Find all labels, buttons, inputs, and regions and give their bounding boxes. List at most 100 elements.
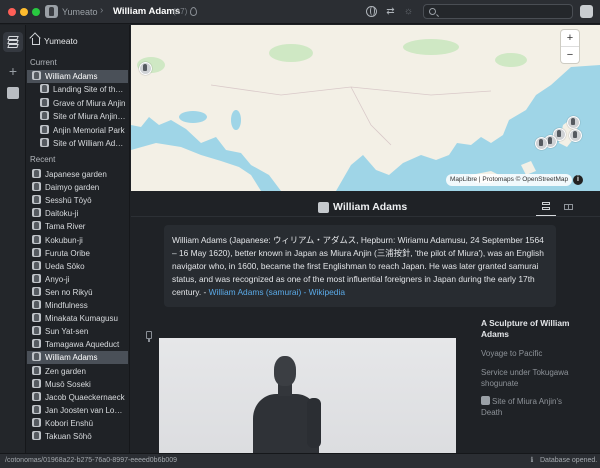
list-view-button[interactable] [536,199,556,215]
item-label: Takuan Sōhō [45,432,92,441]
columns-view-button[interactable] [559,199,579,215]
map-view[interactable] [131,25,600,191]
zoom-out-button[interactable]: − [561,47,579,63]
sidebar-recent-item[interactable]: Jan Joosten van Lode... [27,404,128,417]
avatar-icon [32,352,41,362]
sidebar-home-link[interactable]: Yumeato [32,36,78,46]
map-marker[interactable] [569,129,582,142]
sidebar-current-item[interactable]: Grave of Miura Anjin [27,97,128,110]
item-label: Tamagawa Aqueduct [45,340,120,350]
sidebar-recent-item[interactable]: Musō Soseki [27,378,128,391]
sidebar-recent-item[interactable]: Takuan Sōhō [27,430,128,443]
map-canvas[interactable] [131,25,600,191]
search-box[interactable] [423,4,573,19]
avatar-icon [40,138,49,147]
item-label: Grave of Miura Anjin [53,99,126,108]
avatar-icon [32,286,41,296]
avatar-icon [32,208,41,218]
item-label: Minakata Kumagusu [45,314,118,324]
sidebar-recent-item[interactable]: Sen no Rikyū [27,286,128,299]
toc-item[interactable]: Service under Tokugawa shogunate [481,367,581,389]
title-bar: Yumeato › William Adams (17) ⇄ ☼ [0,0,600,24]
sidebar-recent-item[interactable]: Mindfulness [27,299,128,312]
avatar-icon [32,391,41,401]
pin-icon[interactable] [146,331,152,342]
search-icon [429,8,436,15]
sculpture-photo[interactable] [159,338,456,453]
avatar-icon [32,234,41,244]
map-marker[interactable] [139,62,152,75]
sidebar-recent-item[interactable]: Tama River [27,220,128,233]
app-logo-icon[interactable] [45,5,58,18]
location-pin-icon[interactable] [190,7,197,16]
item-label: Kobori Enshū [45,418,94,428]
sidebar-current-item[interactable]: Site of William Adam... [27,137,128,150]
page-title: William Adams [113,6,181,17]
avatar-icon [40,125,49,134]
sidebar-recent-item[interactable]: Kokubun-ji [27,234,128,247]
wikipedia-link[interactable]: William Adams (samurai) - Wikipedia [209,287,345,297]
app-name[interactable]: Yumeato [62,7,98,17]
avatar-icon [32,71,41,80]
sidebar-recent-item[interactable]: Daimyo garden [27,181,128,194]
sidebar-current-item[interactable]: Anjin Memorial Park [27,124,128,137]
globe-icon[interactable] [366,6,377,17]
map-attribution[interactable]: MapLibre | Protomaps © OpenStreetMap [446,174,573,186]
avatar-icon [32,260,41,270]
toc-item[interactable]: Site of Miura Anjin's Death [481,396,581,418]
avatar-icon [32,326,41,336]
layers-icon[interactable] [3,32,23,52]
item-label: Daitoku-ji [45,209,79,219]
sidebar-recent-item[interactable]: Zen garden [27,365,128,378]
minimize-window-button[interactable] [20,8,28,16]
map-marker[interactable] [535,137,548,150]
sidebar-current-item[interactable]: Landing Site of the L... [27,83,128,96]
sidebar-recent-item[interactable]: Minakata Kumagusu [27,312,128,325]
divider [131,216,600,217]
item-label: Furuta Oribe [45,248,90,258]
item-label: Landing Site of the L... [53,85,128,94]
current-section-title: Current [30,58,57,67]
toc-title[interactable]: A Sculpture of William Adams [481,318,581,340]
item-label: Ueda Sōko [45,261,85,271]
map-marker[interactable] [567,116,580,129]
avatar-icon [32,221,41,231]
sidebar-recent-item[interactable]: Sun Yat-sen [27,325,128,338]
sidebar-current-item[interactable]: William Adams [27,70,128,83]
node-avatar[interactable] [3,83,23,103]
toc-item[interactable]: Voyage to Pacific [481,348,581,359]
sidebar-recent-item[interactable]: Sesshū Tōyō [27,194,128,207]
sync-icon[interactable]: ⇄ [385,6,396,17]
info-icon[interactable]: i [573,175,583,185]
sidebar-recent-item[interactable]: Jacob Quaeckernaeck [27,391,128,404]
recent-section-title: Recent [30,155,56,164]
map-zoom-control: + − [561,30,579,63]
item-label: Tama River [45,222,86,232]
sidebar-recent-item[interactable]: Japanese garden [27,168,128,181]
zoom-window-button[interactable] [32,8,40,16]
entity-description[interactable]: William Adams (Japanese: ウィリアム・アダムス, Hep… [164,225,556,307]
item-label: Mindfulness [45,301,88,310]
sidebar-recent-item[interactable]: Tamagawa Aqueduct [27,338,128,351]
avatar-icon [32,404,41,414]
add-node-button[interactable]: + [3,61,23,81]
item-label: Site of William Adam... [53,139,128,148]
sidebar-recent-item[interactable]: Kobori Enshū [27,417,128,430]
sidebar-recent-item[interactable]: William Adams [27,351,128,365]
close-window-button[interactable] [8,8,16,16]
item-label: Musō Soseki [45,379,91,389]
entity-title[interactable]: William Adams [333,201,407,213]
sidebar-recent-item[interactable]: Daitoku-ji [27,207,128,220]
theme-sun-icon[interactable]: ☼ [403,6,414,17]
item-label: Anyo-ji [45,274,70,284]
breadcrumb-chevron-icon: › [100,5,104,16]
sidebar-recent-item[interactable]: Ueda Sōko [27,260,128,273]
avatar-icon [40,84,49,93]
sidebar-recent-item[interactable]: Furuta Oribe [27,247,128,260]
sidebar-recent-item[interactable]: Anyo-ji [27,273,128,286]
search-input[interactable] [440,6,568,17]
user-avatar[interactable] [580,5,593,18]
home-label: Yumeato [44,36,78,46]
zoom-in-button[interactable]: + [561,30,579,46]
sidebar-current-item[interactable]: Site of Miura Anjin's ... [27,110,128,123]
